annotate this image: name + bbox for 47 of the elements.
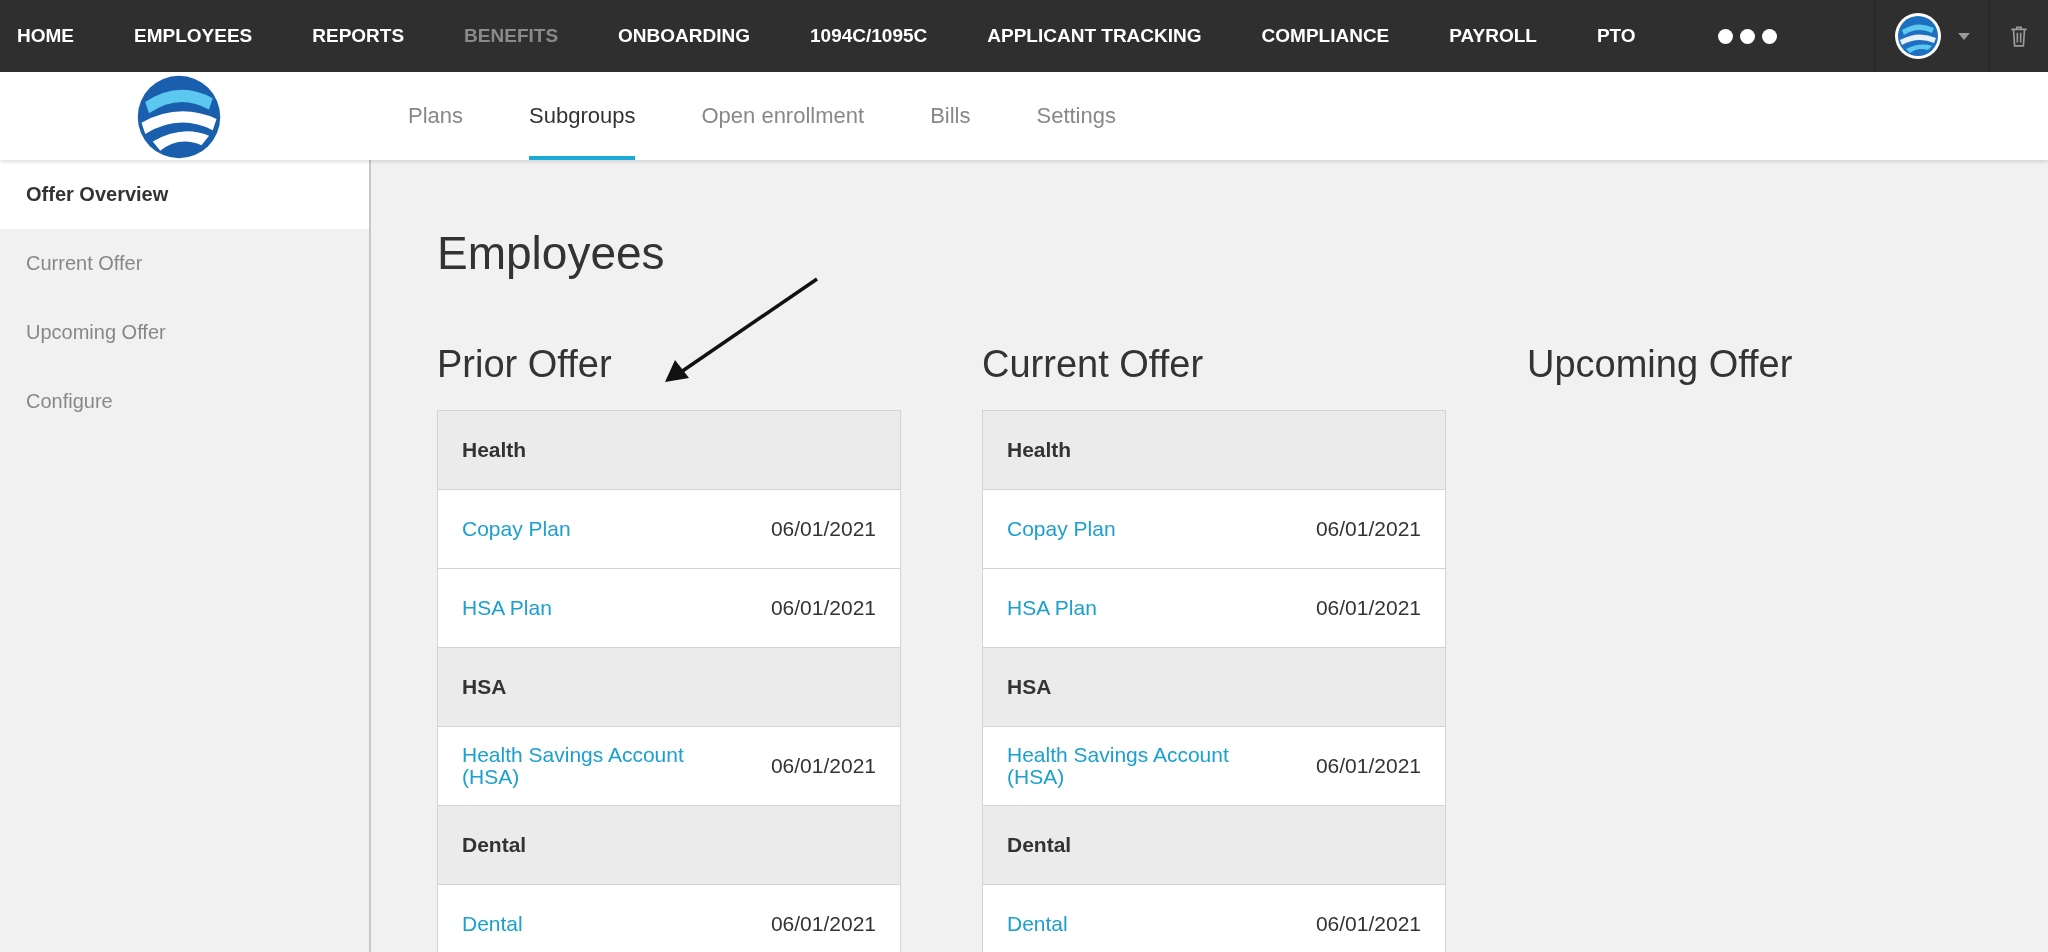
trash-icon[interactable] [2010,25,2028,47]
tab[interactable]: Bills [930,72,971,160]
plan-link[interactable]: Copay Plan [462,517,571,540]
nav-link[interactable]: PAYROLL [1449,25,1537,47]
section-heading: Current Offer [982,344,1205,386]
nav-link[interactable]: PTO [1596,25,1636,47]
plan-link[interactable]: Dental [1007,912,1068,935]
category-label: HSA [462,674,507,699]
sidebar-item[interactable]: Current Offer [0,229,369,298]
plan-link[interactable]: Health Savings Account (HSA) [1007,743,1267,788]
nav-link[interactable]: ONBOARDING [618,25,750,47]
section-heading: Upcoming Offer [1527,344,1794,386]
sidebar-item[interactable]: Offer Overview [0,160,369,229]
plan-date: 06/01/2021 [1315,753,1421,778]
nav-link[interactable]: 1094C/1095C [810,25,928,47]
tab[interactable]: Subgroups [529,72,636,160]
nav-link[interactable]: HOME [17,25,74,47]
category-label: Dental [462,832,527,857]
section-heading: Prior Offer [437,344,613,386]
nav-link[interactable]: COMPLIANCE [1261,25,1390,47]
plan-link[interactable]: Copay Plan [1007,517,1116,540]
plan-link[interactable]: HSA Plan [462,596,552,619]
tab[interactable]: Settings [1036,72,1116,160]
nav-link[interactable]: REPORTS [312,25,405,47]
category-label: Dental [1007,832,1072,857]
plan-date: 06/01/2021 [1315,516,1421,541]
plan-date: 06/01/2021 [770,753,876,778]
nav-link[interactable]: EMPLOYEES [134,25,253,47]
plan-date: 06/01/2021 [1315,911,1421,936]
sidebar-item[interactable]: Upcoming Offer [0,298,369,367]
caret-icon[interactable] [1958,32,1970,40]
category-label: HSA [1007,674,1052,699]
sidebar-item[interactable]: Configure [0,367,369,436]
plan-date: 06/01/2021 [770,595,876,620]
avatar-icon[interactable] [1894,12,1942,60]
plan-link[interactable]: Dental [462,912,523,935]
plan-date: 06/01/2021 [770,516,876,541]
category-label: Health [1007,437,1072,462]
category-label: Health [462,437,527,462]
plan-date: 06/01/2021 [770,911,876,936]
plan-link[interactable]: Health Savings Account (HSA) [462,743,722,788]
plan-link[interactable]: HSA Plan [1007,596,1097,619]
nav-link[interactable]: BENEFITS [464,25,559,47]
nav-link[interactable]: APPLICANT TRACKING [987,25,1202,47]
plan-date: 06/01/2021 [1315,595,1421,620]
tab[interactable]: Open enrollment [701,72,865,160]
tab[interactable]: Plans [408,72,464,160]
